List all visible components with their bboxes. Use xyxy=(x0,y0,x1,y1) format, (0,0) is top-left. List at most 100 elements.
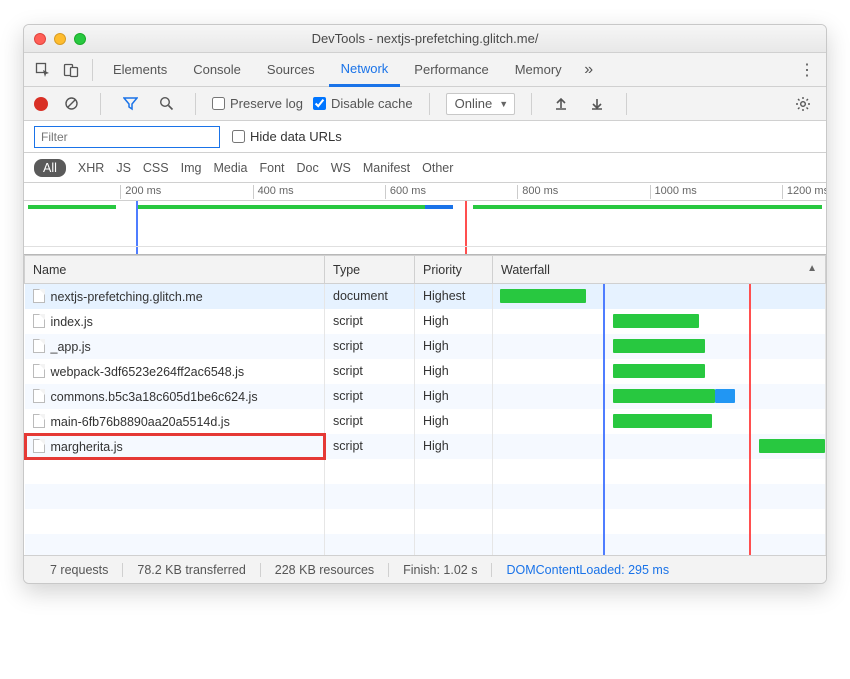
empty-row xyxy=(25,509,826,534)
cell-priority: High xyxy=(415,359,493,384)
minimize-window-icon[interactable] xyxy=(54,33,66,45)
tab-performance[interactable]: Performance xyxy=(402,53,500,87)
file-icon xyxy=(33,439,45,453)
cell-type: script xyxy=(325,359,415,384)
filter-input[interactable] xyxy=(34,126,220,148)
cell-waterfall xyxy=(493,359,826,384)
device-toolbar-icon[interactable] xyxy=(58,57,84,83)
request-row[interactable]: index.jsscriptHigh xyxy=(25,309,826,334)
request-row[interactable]: commons.b5c3a18c605d1be6c624.jsscriptHig… xyxy=(25,384,826,409)
separator xyxy=(531,93,532,115)
cell-type: script xyxy=(325,409,415,434)
status-request-count: 7 requests xyxy=(36,563,123,577)
type-filter-js[interactable]: JS xyxy=(116,161,131,175)
titlebar: DevTools - nextjs-prefetching.glitch.me/ xyxy=(24,25,826,53)
timeline-overview[interactable] xyxy=(24,201,826,255)
tab-sources[interactable]: Sources xyxy=(255,53,327,87)
cell-waterfall xyxy=(493,409,826,434)
filter-icon[interactable] xyxy=(117,91,143,117)
settings-gear-icon[interactable] xyxy=(790,91,816,117)
col-type[interactable]: Type xyxy=(325,256,415,284)
panel-tabbar: Elements Console Sources Network Perform… xyxy=(24,53,826,87)
type-filter-doc[interactable]: Doc xyxy=(297,161,319,175)
status-resources: 228 KB resources xyxy=(261,563,389,577)
cell-priority: High xyxy=(415,384,493,409)
waterfall-bar xyxy=(613,414,713,428)
cell-name[interactable]: webpack-3df6523e264ff2ac6548.js xyxy=(25,359,325,384)
tab-memory[interactable]: Memory xyxy=(503,53,574,87)
file-icon xyxy=(33,339,45,353)
file-icon xyxy=(33,289,45,303)
tab-elements[interactable]: Elements xyxy=(101,53,179,87)
cell-priority: High xyxy=(415,409,493,434)
type-filter-xhr[interactable]: XHR xyxy=(78,161,104,175)
separator xyxy=(195,93,196,115)
type-filter-css[interactable]: CSS xyxy=(143,161,169,175)
hide-data-urls-checkbox[interactable]: Hide data URLs xyxy=(232,129,342,144)
cell-priority: Highest xyxy=(415,284,493,309)
cell-name[interactable]: _app.js xyxy=(25,334,325,359)
waterfall-bar xyxy=(613,314,699,328)
devtools-window: DevTools - nextjs-prefetching.glitch.me/… xyxy=(23,24,827,584)
ruler-tick: 600 ms xyxy=(385,185,426,199)
timeline-ruler[interactable]: 200 ms400 ms600 ms800 ms1000 ms1200 ms xyxy=(24,183,826,201)
cell-name[interactable]: main-6fb76b8890aa20a5514d.js xyxy=(25,409,325,434)
clear-icon[interactable] xyxy=(58,91,84,117)
cell-priority: High xyxy=(415,309,493,334)
download-har-icon[interactable] xyxy=(584,91,610,117)
cell-name[interactable]: index.js xyxy=(25,309,325,334)
col-waterfall[interactable]: Waterfall xyxy=(493,256,826,284)
type-filter-media[interactable]: Media xyxy=(213,161,247,175)
empty-row xyxy=(25,484,826,509)
type-filter-manifest[interactable]: Manifest xyxy=(363,161,410,175)
type-filter-ws[interactable]: WS xyxy=(331,161,351,175)
ruler-tick: 1000 ms xyxy=(650,185,697,199)
file-icon xyxy=(33,314,45,328)
cell-type: script xyxy=(325,434,415,459)
window-title: DevTools - nextjs-prefetching.glitch.me/ xyxy=(24,31,826,46)
cell-type: script xyxy=(325,309,415,334)
type-filter-img[interactable]: Img xyxy=(181,161,202,175)
tab-console[interactable]: Console xyxy=(181,53,253,87)
upload-har-icon[interactable] xyxy=(548,91,574,117)
zoom-window-icon[interactable] xyxy=(74,33,86,45)
filter-row: Hide data URLs xyxy=(24,121,826,153)
close-window-icon[interactable] xyxy=(34,33,46,45)
status-transferred: 78.2 KB transferred xyxy=(123,563,260,577)
separator xyxy=(100,93,101,115)
cell-type: document xyxy=(325,284,415,309)
cell-name[interactable]: nextjs-prefetching.glitch.me xyxy=(25,284,325,309)
waterfall-bar xyxy=(715,389,735,403)
cell-waterfall xyxy=(493,384,826,409)
col-name[interactable]: Name xyxy=(25,256,325,284)
request-row[interactable]: _app.jsscriptHigh xyxy=(25,334,826,359)
separator xyxy=(626,93,627,115)
preserve-log-checkbox[interactable]: Preserve log xyxy=(212,96,303,111)
record-button[interactable] xyxy=(34,97,48,111)
request-row[interactable]: nextjs-prefetching.glitch.medocumentHigh… xyxy=(25,284,826,309)
col-priority[interactable]: Priority xyxy=(415,256,493,284)
disable-cache-checkbox[interactable]: Disable cache xyxy=(313,96,413,111)
type-filter-font[interactable]: Font xyxy=(260,161,285,175)
inspect-element-icon[interactable] xyxy=(30,57,56,83)
network-toolbar: Preserve log Disable cache Online xyxy=(24,87,826,121)
type-filter-all[interactable]: All xyxy=(34,159,66,177)
throttling-select[interactable]: Online xyxy=(446,93,516,115)
cell-waterfall xyxy=(493,284,826,309)
more-tabs-icon[interactable]: » xyxy=(576,57,602,83)
cell-name[interactable]: commons.b5c3a18c605d1be6c624.js xyxy=(25,384,325,409)
request-row[interactable]: main-6fb76b8890aa20a5514d.jsscriptHigh xyxy=(25,409,826,434)
ruler-tick: 1200 ms xyxy=(782,185,827,199)
ruler-tick: 400 ms xyxy=(253,185,294,199)
kebab-menu-icon[interactable]: ⋮ xyxy=(794,57,820,83)
tab-network[interactable]: Network xyxy=(329,53,401,87)
cell-waterfall xyxy=(493,334,826,359)
search-icon[interactable] xyxy=(153,91,179,117)
request-row[interactable]: margherita.jsscriptHigh xyxy=(25,434,826,459)
separator xyxy=(92,59,93,81)
ruler-tick: 200 ms xyxy=(120,185,161,199)
cell-name[interactable]: margherita.js xyxy=(25,434,325,459)
request-row[interactable]: webpack-3df6523e264ff2ac6548.jsscriptHig… xyxy=(25,359,826,384)
file-icon xyxy=(33,364,45,378)
type-filter-other[interactable]: Other xyxy=(422,161,453,175)
